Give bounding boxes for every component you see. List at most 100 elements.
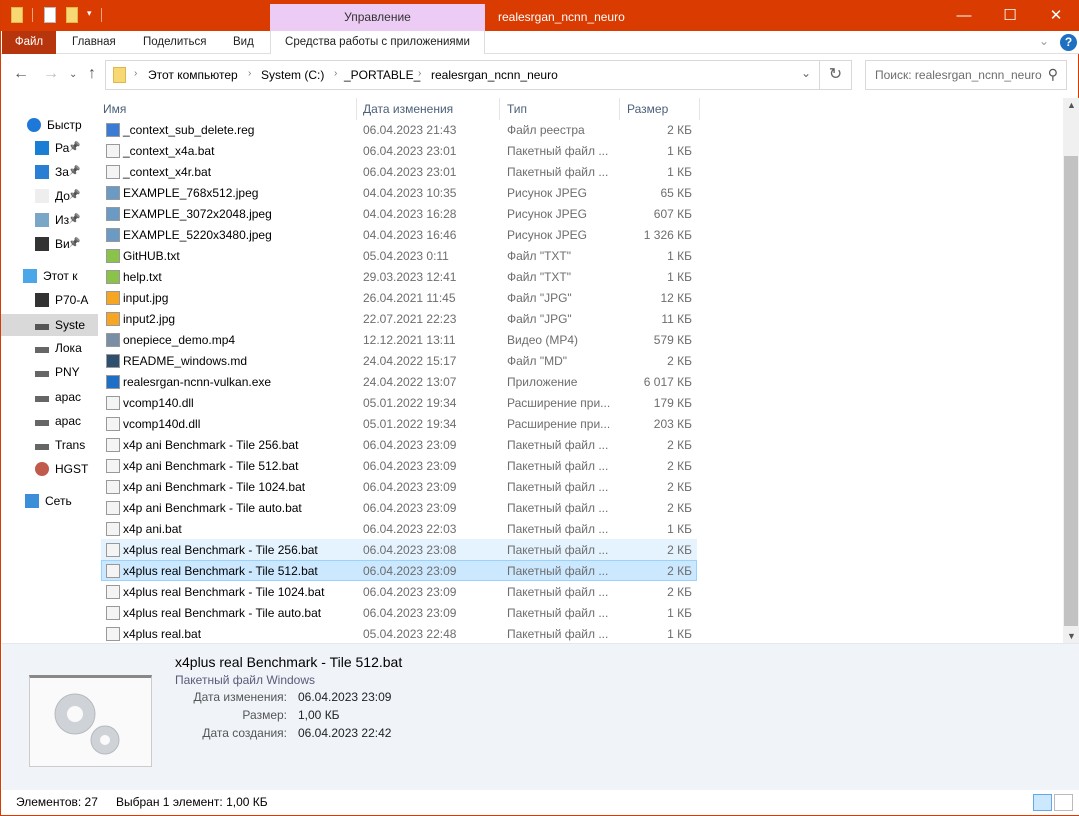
scroll-down-icon[interactable]: ▼ [1067, 631, 1076, 641]
file-size: 2 КБ [667, 123, 692, 137]
minimize-button[interactable]: — [941, 0, 987, 31]
sidebar-item[interactable]: Сеть [1, 490, 98, 512]
file-row[interactable]: vcomp140d.dll 05.01.2022 19:34 Расширение … [101, 413, 697, 434]
sidebar-item[interactable]: PNY [1, 361, 98, 383]
file-row[interactable]: vcomp140.dll 05.01.2022 19:34 Расширение п… [101, 392, 697, 413]
tab-home[interactable]: Главная [72, 31, 116, 54]
tab-view[interactable]: Вид [233, 31, 254, 54]
forward-button[interactable]: → [43, 65, 59, 83]
back-button[interactable]: ← [13, 65, 29, 83]
crumb-current-folder[interactable]: realesrgan_ncnn_neuro [431, 68, 558, 82]
expand-ribbon-icon[interactable]: ⌄ [1039, 34, 1049, 48]
refresh-button[interactable]: ↻ [820, 60, 852, 90]
file-date: 12.12.2021 13:11 [363, 333, 456, 347]
file-row[interactable]: x4plus real Benchmark - Tile 256.bat 06.0… [101, 539, 697, 560]
download-icon [35, 165, 49, 179]
large-icons-view-button[interactable] [1054, 794, 1073, 811]
file-row[interactable]: realesrgan-ncnn-vulkan.exe 24.04.2022 13:… [101, 371, 697, 392]
column-header-date[interactable]: Дата изменения [363, 98, 453, 120]
file-row[interactable]: x4plus real.bat 05.04.2023 22:48 Пакетный … [101, 623, 697, 643]
sidebar-item[interactable]: HGST [1, 458, 98, 480]
file-bat-icon [106, 459, 120, 473]
help-icon[interactable]: ? [1060, 34, 1077, 51]
details-view-button[interactable] [1033, 794, 1052, 811]
tab-share[interactable]: Поделиться [143, 31, 207, 54]
column-header-size[interactable]: Размер [627, 98, 668, 120]
status-bar: Элементов: 27 Выбран 1 элемент: 1,00 КБ [2, 790, 1079, 815]
column-header-type[interactable]: Тип [507, 98, 527, 120]
file-type: Пакетный файл ... [507, 585, 609, 599]
folder-icon [113, 67, 126, 83]
file-row[interactable]: x4p ani Benchmark - Tile 256.bat 06.04.20… [101, 434, 697, 455]
file-row[interactable]: GitHUB.txt 05.04.2023 0:11 Файл "TXT" 1 КБ [101, 245, 697, 266]
file-row[interactable]: EXAMPLE_5220x3480.jpeg 04.04.2023 16:46 Ри… [101, 224, 697, 245]
sidebar-item[interactable]: Trans [1, 434, 98, 456]
file-row[interactable]: _context_sub_delete.reg 06.04.2023 21:43 Ф… [101, 119, 697, 140]
file-date: 04.04.2023 16:28 [363, 207, 457, 221]
file-row[interactable]: x4p ani Benchmark - Tile 512.bat 06.04.20… [101, 455, 697, 476]
sidebar-item[interactable]: Из 📌 [1, 209, 98, 231]
file-name: vcomp140.dll [123, 396, 194, 410]
search-input[interactable]: Поиск: realesrgan_ncnn_neuro ⚲ [865, 60, 1067, 90]
details-pane: x4plus real Benchmark - Tile 512.bat Пак… [2, 643, 1079, 790]
crumb-system-c[interactable]: System (C:) [261, 68, 324, 82]
divider[interactable] [619, 98, 620, 120]
scrollbar-thumb[interactable] [1064, 156, 1078, 626]
title-bar: ▾ Управление realesrgan_ncnn_neuro — ☐ ✕ [1, 0, 1079, 31]
sidebar-item[interactable]: P70-A [1, 289, 98, 311]
pin-icon: 📌 [68, 238, 81, 249]
customize-quick-access-icon[interactable]: ▾ [87, 8, 92, 19]
address-bar[interactable]: › Этот компьютер › System (C:) › _PORTAB… [105, 60, 820, 90]
file-row[interactable]: x4p ani.bat 06.04.2023 22:03 Пакетный файл… [101, 518, 697, 539]
sidebar-item[interactable]: apac [1, 386, 98, 408]
crumb-portable[interactable]: _PORTABLE_ [344, 68, 420, 82]
file-row[interactable]: EXAMPLE_768x512.jpeg 04.04.2023 10:35 Рису… [101, 182, 697, 203]
file-row[interactable]: x4plus real Benchmark - Tile 512.bat 06.0… [101, 560, 697, 581]
sidebar-item[interactable]: apac [1, 410, 98, 432]
file-row[interactable]: help.txt 29.03.2023 12:41 Файл "TXT" 1 КБ [101, 266, 697, 287]
sidebar-item[interactable]: Ви 📌 [1, 233, 98, 255]
sidebar-item[interactable]: За 📌 [1, 161, 98, 183]
divider[interactable] [499, 98, 500, 120]
file-date: 04.04.2023 16:46 [363, 228, 457, 242]
file-date: 05.04.2023 22:48 [363, 627, 457, 641]
file-row[interactable]: input2.jpg 22.07.2021 22:23 Файл "JPG" 11 К… [101, 308, 697, 329]
sidebar-item[interactable]: До 📌 [1, 185, 98, 207]
up-button[interactable]: ↑ [88, 65, 96, 83]
crumb-separator: › [248, 68, 252, 79]
file-row[interactable]: x4p ani Benchmark - Tile auto.bat 06.04.2… [101, 497, 697, 518]
file-name: x4p ani Benchmark - Tile 512.bat [123, 459, 299, 473]
sidebar-item[interactable]: Этот к [1, 265, 98, 287]
address-dropdown-icon[interactable]: ⌄ [801, 66, 811, 80]
new-folder-icon[interactable] [66, 7, 78, 23]
sidebar-item[interactable]: Ра 📌 [1, 137, 98, 159]
file-row[interactable]: _context_x4r.bat 06.04.2023 23:01 Пакетный… [101, 161, 697, 182]
scroll-up-icon[interactable]: ▲ [1067, 100, 1076, 110]
tab-application-tools[interactable]: Средства работы с приложениями [270, 31, 485, 54]
sidebar-item[interactable]: Быстр [1, 114, 98, 136]
tab-file[interactable]: Файл [2, 31, 56, 54]
file-row[interactable]: README_windows.md 24.04.2022 15:17 Файл "M… [101, 350, 697, 371]
file-date: 06.04.2023 23:09 [363, 606, 457, 620]
file-row[interactable]: x4plus real Benchmark - Tile auto.bat 06.… [101, 602, 697, 623]
file-row[interactable]: EXAMPLE_3072x2048.jpeg 04.04.2023 16:28 Ри… [101, 203, 697, 224]
recent-locations-button[interactable]: ⌄ [69, 69, 77, 80]
properties-icon[interactable] [44, 7, 56, 23]
divider[interactable] [699, 98, 700, 120]
file-row[interactable]: x4p ani Benchmark - Tile 1024.bat 06.04.2… [101, 476, 697, 497]
file-row[interactable]: x4plus real Benchmark - Tile 1024.bat 06.… [101, 581, 697, 602]
file-row[interactable]: _context_x4a.bat 06.04.2023 23:01 Пакетный… [101, 140, 697, 161]
vertical-scrollbar[interactable]: ▲ ▼ [1063, 98, 1079, 643]
file-row[interactable]: input.jpg 26.04.2021 11:45 Файл "JPG" 12 КБ [101, 287, 697, 308]
sidebar-item[interactable]: Syste [1, 314, 98, 336]
divider[interactable] [356, 98, 357, 120]
crumb-this-pc[interactable]: Этот компьютер [148, 68, 238, 82]
column-header-name[interactable]: Имя [103, 98, 126, 120]
sidebar-item[interactable]: Лока [1, 337, 98, 359]
close-button[interactable]: ✕ [1033, 0, 1079, 31]
maximize-button[interactable]: ☐ [987, 0, 1033, 31]
file-row[interactable]: onepiece_demo.mp4 12.12.2021 13:11 Видео (… [101, 329, 697, 350]
file-date: 06.04.2023 22:03 [363, 522, 457, 536]
file-date: 29.03.2023 12:41 [363, 270, 457, 284]
file-list: ^ Имя Дата изменения Тип Размер _context… [99, 98, 1063, 643]
